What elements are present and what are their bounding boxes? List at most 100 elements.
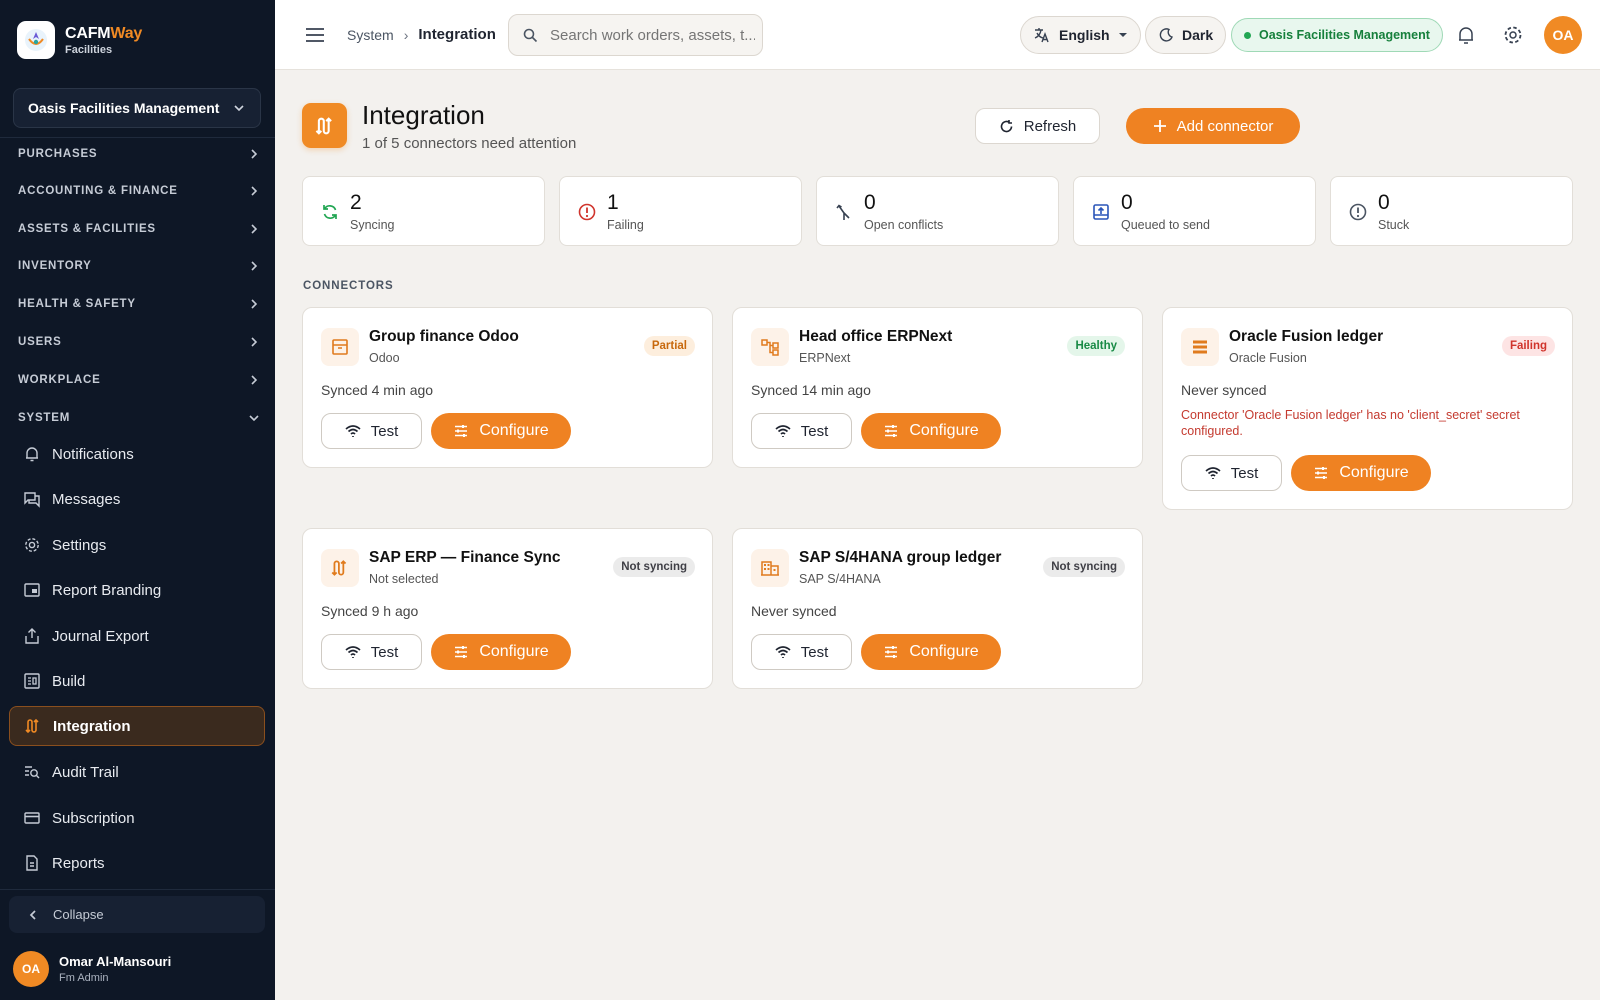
building-icon — [751, 549, 789, 587]
stat-card-failing: 1 Failing — [559, 176, 802, 246]
status-badge: Not syncing — [613, 557, 695, 577]
gear-icon — [22, 535, 42, 555]
language-selector[interactable]: English — [1020, 16, 1141, 54]
sidebar-item-settings[interactable]: Settings — [9, 525, 265, 565]
sidebar-section-purchases[interactable]: PURCHASES — [18, 144, 260, 164]
avatar[interactable]: OA — [1544, 16, 1582, 54]
add-connector-button[interactable]: Add connector — [1126, 108, 1300, 144]
configure-button[interactable]: Configure — [431, 413, 571, 449]
sidebar-item-integration[interactable]: Integration — [9, 706, 265, 746]
topbar: System › Integration English Dark Oasis … — [275, 0, 1600, 70]
connector-provider: ERPNext — [799, 351, 851, 365]
alert-icon — [578, 203, 596, 221]
sidebar-item-reports[interactable]: Reports — [9, 843, 265, 883]
export-icon — [22, 626, 42, 646]
moon-icon — [1159, 28, 1173, 42]
refresh-icon — [1000, 119, 1013, 132]
sidebar-section-users[interactable]: USERS — [18, 332, 260, 352]
sliders-icon — [1315, 467, 1328, 479]
test-button[interactable]: Test — [751, 634, 852, 670]
sidebar-item-messages[interactable]: Messages — [9, 479, 265, 519]
configure-button[interactable]: Configure — [431, 634, 571, 670]
sidebar-divider — [0, 137, 275, 138]
branding-icon — [22, 580, 42, 600]
audit-icon — [22, 762, 42, 782]
brand-logo-icon — [17, 21, 55, 59]
section-label-connectors: CONNECTORS — [303, 280, 394, 292]
sidebar-item-notifications[interactable]: Notifications — [9, 434, 265, 474]
chevron-right-icon — [251, 186, 258, 196]
user-name: Omar Al-Mansouri — [59, 954, 172, 969]
test-button[interactable]: Test — [321, 634, 422, 670]
user-profile[interactable]: OA Omar Al-Mansouri Fm Admin — [13, 951, 171, 987]
wifi-icon — [1205, 467, 1221, 479]
chevron-right-icon — [251, 224, 258, 234]
sidebar-item-build[interactable]: Build — [9, 661, 265, 701]
brand-sub: Facilities — [65, 43, 113, 56]
wifi-icon — [345, 646, 361, 658]
chevron-right-icon — [251, 149, 258, 159]
plus-icon — [1153, 120, 1166, 132]
status-badge: Not syncing — [1043, 557, 1125, 577]
bell-icon — [22, 444, 42, 464]
sidebar-item-audit-trail[interactable]: Audit Trail — [9, 752, 265, 792]
translate-icon — [1034, 28, 1049, 43]
refresh-button[interactable]: Refresh — [975, 108, 1100, 144]
sidebar-divider — [0, 889, 275, 890]
sidebar-section-accounting[interactable]: ACCOUNTING & FINANCE — [18, 181, 260, 201]
sliders-icon — [455, 646, 468, 658]
outbox-icon — [1093, 204, 1109, 220]
chevron-down-icon — [249, 415, 259, 422]
stat-card-syncing: 2 Syncing — [302, 176, 545, 246]
sliders-icon — [455, 425, 468, 437]
sync-status: Synced 14 min ago — [751, 382, 871, 398]
wifi-icon — [345, 425, 361, 437]
sidebar-section-inventory[interactable]: INVENTORY — [18, 256, 260, 276]
bell-icon[interactable] — [1455, 24, 1477, 46]
connector-title: Oracle Fusion ledger — [1229, 328, 1384, 345]
sidebar-item-journal-export[interactable]: Journal Export — [9, 616, 265, 656]
breadcrumb-system[interactable]: System — [347, 27, 394, 43]
chevron-right-icon — [251, 261, 258, 271]
integration-icon — [302, 103, 347, 148]
sidebar-section-system[interactable]: SYSTEM — [18, 408, 260, 428]
error-message: Connector 'Oracle Fusion ledger' has no … — [1181, 408, 1520, 438]
search-box[interactable] — [508, 14, 763, 56]
configure-button[interactable]: Configure — [861, 413, 1001, 449]
status-badge: Partial — [643, 336, 695, 356]
org-selector[interactable]: Oasis Facilities Management — [13, 88, 261, 128]
wifi-icon — [775, 646, 791, 658]
connector-card-sap-s4hana: SAP S/4HANA group ledger SAP S/4HANA Not… — [732, 528, 1143, 689]
test-button[interactable]: Test — [321, 413, 422, 449]
configure-button[interactable]: Configure — [1291, 455, 1431, 491]
list-icon — [1181, 328, 1219, 366]
integration-icon — [23, 716, 43, 736]
org-selector-label: Oasis Facilities Management — [28, 100, 220, 116]
configure-button[interactable]: Configure — [861, 634, 1001, 670]
hierarchy-icon — [751, 328, 789, 366]
user-role: Fm Admin — [59, 972, 109, 984]
sidebar-section-assets[interactable]: ASSETS & FACILITIES — [18, 219, 260, 239]
collapse-button[interactable]: Collapse — [9, 896, 265, 933]
sidebar-item-subscription[interactable]: Subscription — [9, 798, 265, 838]
connector-provider: Not selected — [369, 572, 439, 586]
connector-title: SAP ERP — Finance Sync — [369, 549, 561, 566]
merge-icon — [836, 204, 850, 220]
sidebar-item-report-branding[interactable]: Report Branding — [9, 570, 265, 610]
brand[interactable]: CAFMWay Facilities — [17, 20, 142, 60]
menu-icon[interactable] — [305, 25, 325, 45]
wifi-icon — [775, 425, 791, 437]
theme-toggle[interactable]: Dark — [1145, 16, 1227, 54]
test-button[interactable]: Test — [1181, 455, 1282, 491]
org-status-pill[interactable]: Oasis Facilities Management — [1231, 18, 1443, 52]
gear-icon[interactable] — [1502, 24, 1524, 46]
sidebar-section-health-safety[interactable]: HEALTH & SAFETY — [18, 294, 260, 314]
sidebar-section-workplace[interactable]: WORKPLACE — [18, 370, 260, 390]
brand-name: CAFMWay — [65, 24, 143, 42]
avatar: OA — [13, 951, 49, 987]
report-icon — [22, 853, 42, 873]
search-input[interactable] — [550, 26, 755, 44]
sync-status: Synced 4 min ago — [321, 382, 434, 398]
test-button[interactable]: Test — [751, 413, 852, 449]
sync-status: Never synced — [751, 603, 837, 619]
